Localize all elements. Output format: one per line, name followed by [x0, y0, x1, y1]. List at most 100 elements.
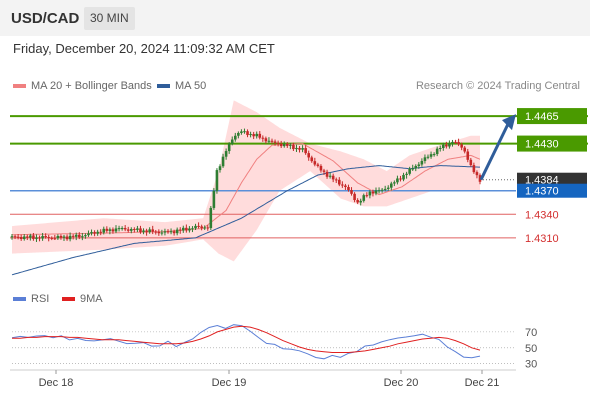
candle-body [123, 228, 127, 230]
candle-body [334, 179, 338, 181]
candle-body [218, 166, 222, 171]
candle-body [255, 133, 259, 137]
candle-body [328, 175, 332, 177]
candle-body [68, 235, 72, 240]
candle-body [99, 231, 103, 233]
candle-body [411, 168, 415, 170]
x-tick-label: Dec 18 [39, 377, 74, 389]
candle-body [191, 228, 194, 230]
candle-body [84, 235, 87, 237]
candle-body [377, 190, 381, 192]
candle-body [151, 229, 155, 232]
candle-body [448, 143, 451, 147]
candle-body [386, 187, 390, 189]
candle-body [368, 191, 372, 196]
candle-body [215, 170, 219, 191]
rsi-tick-label: 30 [525, 359, 537, 371]
candle-body [230, 139, 234, 144]
candle-body [264, 138, 268, 142]
candle-body [337, 179, 341, 185]
candle-body [74, 234, 78, 237]
candle-body [435, 148, 439, 155]
x-tick-label: Dec 19 [212, 377, 247, 389]
candle-body [267, 140, 271, 142]
candle-body [399, 178, 402, 180]
candle-body [160, 232, 164, 234]
candle-body [371, 191, 375, 194]
candle-body [289, 144, 292, 146]
candle-body [233, 135, 237, 140]
candle-body [22, 236, 26, 240]
candle-body [221, 156, 225, 167]
candle-body [13, 236, 17, 238]
candle-body [35, 237, 38, 239]
candle-body [87, 233, 90, 236]
candle-body [252, 134, 255, 137]
candle-body [93, 232, 96, 234]
candle-body [359, 200, 363, 203]
support-label: 1.4340 [525, 209, 559, 221]
candle-body [224, 151, 228, 157]
candle-body [426, 156, 430, 158]
candle-body [53, 238, 57, 240]
candle-body [414, 165, 418, 169]
candle-body [209, 207, 213, 229]
candle-body [353, 193, 356, 201]
candle-body [133, 229, 136, 231]
candle-body [111, 229, 115, 232]
candle-body [316, 164, 320, 166]
candle-body [258, 133, 262, 138]
candle-body [25, 236, 29, 238]
resistance-label: 1.4465 [525, 111, 559, 123]
candle-body [356, 200, 359, 203]
candle-body [172, 231, 176, 234]
candle-body [389, 183, 393, 188]
candle-body [145, 230, 148, 233]
candle-body [344, 185, 347, 188]
candle-body [117, 228, 121, 230]
x-tick-label: Dec 21 [465, 377, 500, 389]
candle-body [227, 143, 231, 152]
candle-body [454, 142, 457, 144]
candle-body [154, 231, 158, 233]
rsi-tick-label: 70 [525, 327, 537, 339]
rsi-tick-label: 50 [525, 343, 537, 355]
candle-body [175, 229, 179, 234]
candle-body [285, 144, 289, 146]
candle-body [292, 144, 295, 150]
candle-body [59, 235, 63, 238]
candle-body [157, 231, 161, 234]
candle-body [270, 140, 274, 142]
candle-body [466, 151, 470, 160]
candle-body [129, 229, 133, 231]
candle-body [249, 134, 252, 136]
support-label: 1.4310 [525, 233, 559, 245]
candle-body [463, 147, 467, 152]
x-tick-label: Dec 20 [384, 377, 419, 389]
candle-body [148, 229, 151, 233]
candle-body [96, 231, 99, 234]
candle-body [420, 160, 424, 165]
candle-body [279, 143, 283, 147]
candle-body [282, 144, 286, 147]
candle-body [301, 148, 304, 150]
candle-body [65, 236, 69, 240]
candle-body [38, 237, 41, 239]
candle-body [136, 228, 139, 230]
candle-body [200, 226, 203, 229]
candle-body [295, 147, 298, 150]
candle-body [56, 235, 60, 239]
candle-body [380, 189, 384, 191]
candle-body [310, 157, 314, 162]
price-chart[interactable]: 1.44651.44301.43841.43701.43401.43103050… [0, 0, 590, 400]
pivot-label: 1.4370 [525, 186, 559, 198]
candle-body [246, 131, 249, 136]
candle-body [212, 190, 216, 208]
candle-body [102, 228, 106, 233]
candle-body [362, 195, 366, 201]
candle-body [396, 178, 399, 183]
candle-body [445, 144, 448, 147]
candle-body [350, 190, 353, 194]
candle-body [313, 161, 317, 165]
candle-body [429, 154, 433, 157]
